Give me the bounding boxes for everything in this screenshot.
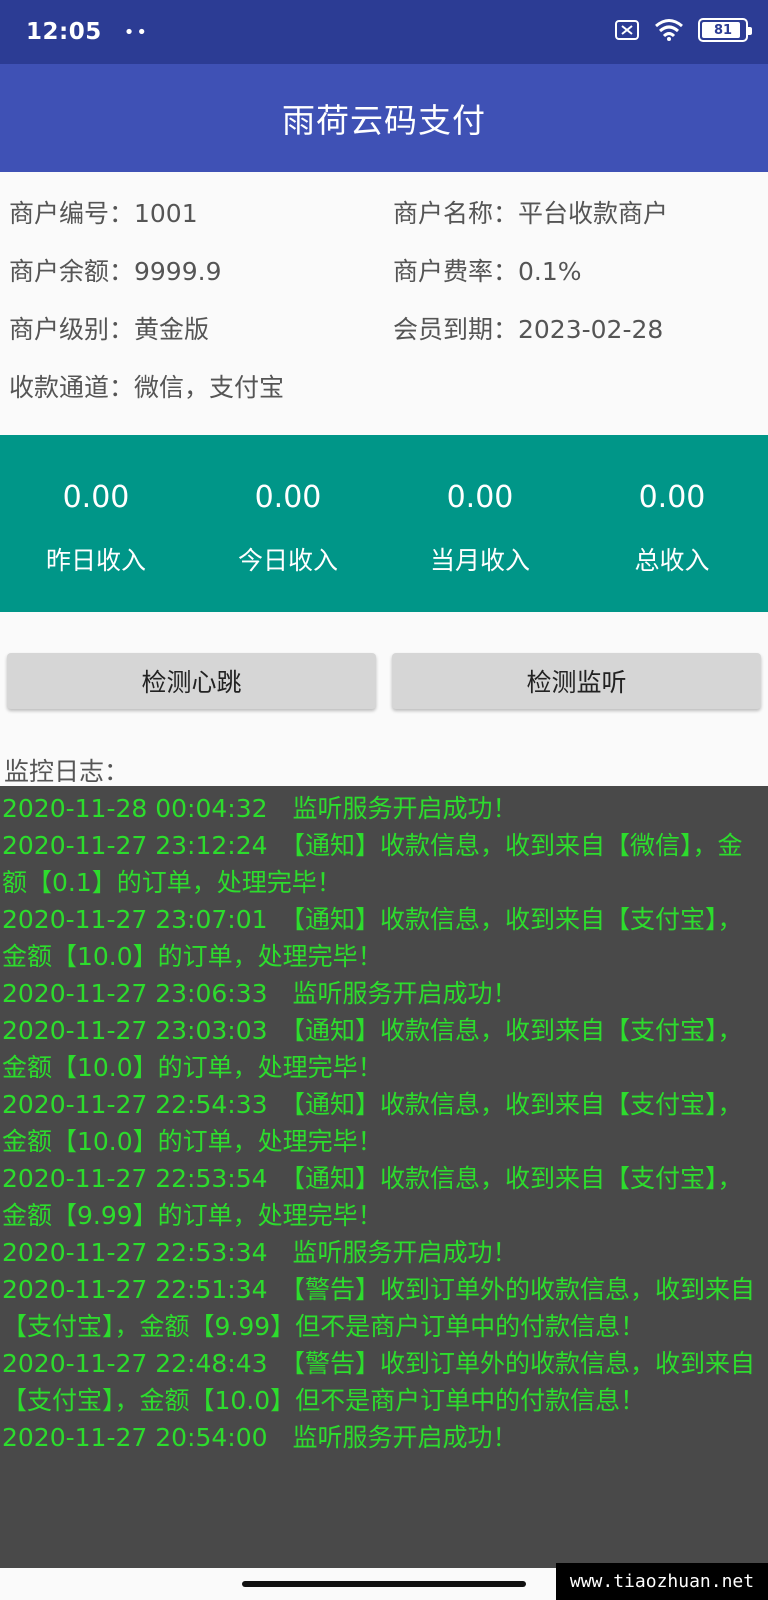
check-listen-button[interactable]: 检测监听: [392, 653, 761, 709]
payment-channels: 收款通道：微信，支付宝: [9, 373, 285, 402]
stat-label: 总收入: [634, 546, 710, 575]
stat-label: 昨日收入: [45, 546, 146, 575]
log-entry: 2020-11-27 22:53:54 【通知】收款信息，收到来自【支付宝】，金…: [2, 1164, 743, 1230]
stat-month: 0.00 当月收入: [384, 435, 576, 612]
membership-expiry: 会员到期：2023-02-28: [393, 315, 664, 344]
notification-dots: ••: [123, 21, 149, 43]
app-bar: 雨荷云码支付: [0, 64, 768, 172]
log-entry: 2020-11-27 23:06:33 监听服务开启成功！: [2, 979, 518, 1008]
stat-label: 今日收入: [237, 546, 338, 575]
income-stats: 0.00 昨日收入 0.00 今日收入 0.00 当月收入 0.00 总收入: [0, 435, 768, 612]
stat-value: 0.00: [446, 480, 514, 515]
stat-value: 0.00: [638, 480, 706, 515]
log-entry: 2020-11-27 20:54:00 监听服务开启成功！: [2, 1423, 518, 1452]
log-entry: 2020-11-27 22:51:34 【警告】收到订单外的收款信息，收到来自【…: [2, 1275, 756, 1341]
merchant-info: 商户编号：1001 商户名称：平台收款商户 商户余额：9999.9 商户费率：0…: [0, 172, 768, 434]
merchant-balance: 商户余额：9999.9: [9, 257, 222, 286]
log-entry: 2020-11-27 22:54:33 【通知】收款信息，收到来自【支付宝】，金…: [2, 1090, 743, 1156]
monitor-log[interactable]: 2020-11-28 00:04:32 监听服务开启成功！ 2020-11-27…: [0, 786, 768, 1568]
merchant-name: 商户名称：平台收款商户: [393, 199, 669, 228]
stat-label: 当月收入: [429, 546, 530, 575]
stat-yesterday: 0.00 昨日收入: [0, 435, 192, 612]
battery-icon: 81: [698, 18, 752, 42]
home-gesture-handle[interactable]: [242, 1581, 526, 1587]
stat-value: 0.00: [62, 480, 130, 515]
status-icons: 81: [614, 18, 752, 42]
status-time: 12:05: [26, 19, 102, 45]
watermark: www.tiaozhuan.net: [556, 1563, 768, 1600]
log-entry: 2020-11-27 23:12:24 【通知】收款信息，收到来自【微信】，金额…: [2, 831, 743, 897]
battery-level: 81: [713, 22, 733, 38]
log-entry: 2020-11-27 22:53:34 监听服务开启成功！: [2, 1238, 518, 1267]
merchant-rate: 商户费率：0.1%: [393, 257, 582, 286]
stat-total: 0.00 总收入: [576, 435, 768, 612]
log-entry: 2020-11-27 23:07:01 【通知】收款信息，收到来自【支付宝】，金…: [2, 905, 743, 971]
stat-value: 0.00: [254, 480, 322, 515]
log-label: 监控日志：: [4, 757, 130, 786]
sim-off-icon: [615, 20, 639, 40]
status-bar: 12:05 •• 81: [0, 0, 768, 64]
wifi-icon: [655, 19, 683, 41]
merchant-id: 商户编号：1001: [9, 199, 198, 228]
log-entry: 2020-11-27 23:03:03 【通知】收款信息，收到来自【支付宝】，金…: [2, 1016, 743, 1082]
log-entry: 2020-11-28 00:04:32 监听服务开启成功！: [2, 794, 518, 823]
stat-today: 0.00 今日收入: [192, 435, 384, 612]
log-entry: 2020-11-27 22:48:43 【警告】收到订单外的收款信息，收到来自【…: [2, 1349, 756, 1415]
merchant-level: 商户级别：黄金版: [9, 315, 210, 344]
app-title: 雨荷云码支付: [282, 101, 486, 140]
check-heartbeat-button[interactable]: 检测心跳: [7, 653, 376, 709]
